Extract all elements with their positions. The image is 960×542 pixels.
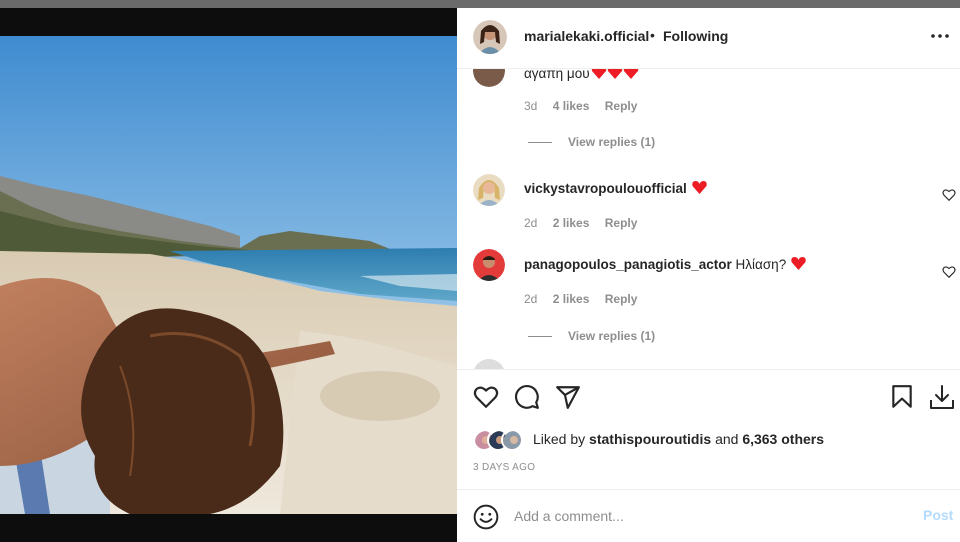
comment-text: panagopoulos_panagiotis_actor Ηλίαση? [524, 256, 807, 272]
replies-divider [528, 336, 552, 338]
browser-top-strip [0, 0, 960, 8]
comment-text: vickystavropoulouofficial [524, 180, 708, 196]
more-options-icon[interactable] [930, 26, 950, 46]
replies-divider [528, 142, 552, 144]
comment-item: panagopoulos_panagiotis_actor Ηλίαση? 2d… [457, 249, 960, 359]
comment-likes[interactable]: 2 likes [553, 292, 590, 306]
reply-button[interactable]: Reply [605, 292, 638, 306]
comment-like-heart-icon[interactable] [942, 188, 956, 202]
comments-list: αγαπη μου 3d 4 likes Reply View replies … [457, 69, 960, 369]
comment-time: 2d [524, 216, 538, 230]
emoji-icon[interactable] [473, 504, 499, 530]
post-button[interactable]: Post [923, 507, 953, 523]
likes-others[interactable]: 6,363 others [742, 431, 824, 447]
likes-prefix: Liked by [533, 431, 586, 447]
bookmark-icon[interactable] [889, 384, 915, 410]
liked-by-user[interactable]: stathispouroutidis [589, 431, 711, 447]
view-replies-button[interactable]: View replies (1) [528, 135, 655, 149]
comment-avatar[interactable] [473, 359, 505, 369]
comment-likes[interactable]: 2 likes [553, 216, 590, 230]
header-separator: • [650, 27, 655, 43]
comment-avatar[interactable] [473, 174, 505, 206]
comment-likes[interactable]: 4 likes [553, 99, 590, 113]
likes-connector: and [715, 431, 739, 447]
author-avatar[interactable] [473, 20, 507, 54]
following-button[interactable]: Following [663, 28, 728, 44]
comment-item: αγαπη μου 3d 4 likes Reply View replies … [457, 69, 960, 175]
post-header: marialekaki.official • Following [457, 8, 960, 69]
comment-meta: 3d 4 likes Reply [524, 99, 649, 113]
post-details-panel: marialekaki.official • Following αγαπη μ… [457, 8, 960, 542]
reply-button[interactable]: Reply [605, 216, 638, 230]
author-username[interactable]: marialekaki.official [524, 28, 649, 44]
comment-body: Ηλίαση? [735, 257, 787, 272]
likes-summary: Liked by stathispouroutidis and 6,363 ot… [533, 431, 824, 447]
post-image [0, 36, 457, 514]
heart-icon[interactable] [473, 384, 499, 410]
comment-time: 3d [524, 99, 538, 113]
view-replies-label: View replies (1) [568, 329, 656, 343]
reply-button[interactable]: Reply [605, 99, 638, 113]
share-icon[interactable] [555, 384, 581, 410]
add-comment-bar: Post [457, 489, 960, 542]
comment-time: 2d [524, 292, 538, 306]
comment-body: αγαπη μου [524, 69, 590, 81]
post-actions: Liked by stathispouroutidis and 6,363 ot… [457, 369, 960, 489]
comment-username[interactable]: vickystavropoulouofficial [524, 181, 687, 196]
heart-emoji-icon [691, 181, 707, 194]
comment-icon[interactable] [514, 384, 540, 410]
comment-meta: 2d 2 likes Reply [524, 292, 649, 306]
comment-input[interactable] [514, 504, 894, 528]
comment-avatar[interactable] [473, 249, 505, 281]
comment-like-heart-icon[interactable] [942, 265, 956, 279]
comment-meta: 2d 2 likes Reply [524, 216, 649, 230]
comment-text: αγαπη μου [524, 69, 640, 81]
heart-emoji-icon [791, 257, 806, 270]
heart-emoji-icon [591, 69, 638, 79]
comment-item: vickystavropoulouofficial 2d 2 likes Rep… [457, 174, 960, 234]
comment-avatar[interactable] [473, 69, 505, 87]
view-replies-button[interactable]: View replies (1) [528, 329, 655, 343]
download-icon[interactable] [929, 384, 955, 410]
comment-username[interactable]: panagopoulos_panagiotis_actor [524, 257, 732, 272]
view-replies-label: View replies (1) [568, 135, 656, 149]
avatar [501, 429, 523, 451]
post-date: 3 DAYS AGO [473, 462, 536, 473]
